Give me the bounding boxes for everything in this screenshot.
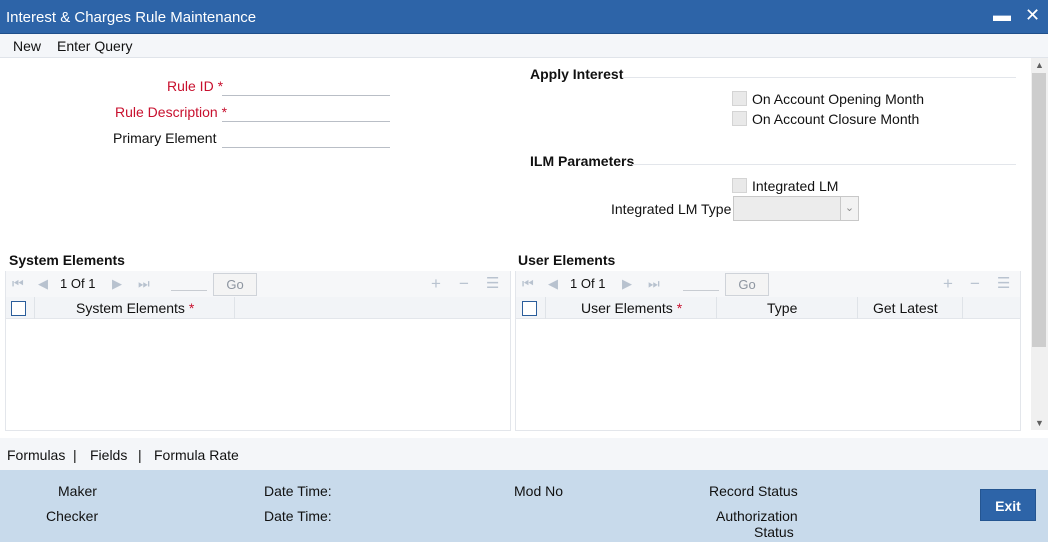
rule-id-label: Rule ID * <box>167 78 224 94</box>
link-separator: | <box>138 447 142 463</box>
link-separator: | <box>73 447 77 463</box>
prev-page-icon[interactable]: ◀ <box>548 276 558 292</box>
system-grid-toolbar: ⏮ ◀ 1 Of 1 ▶ ⏭ Go + − ☰ <box>6 271 510 297</box>
authorization-label: Authorization <box>716 508 798 524</box>
select-all-checkbox[interactable] <box>11 301 26 316</box>
system-elements-grid: ⏮ ◀ 1 Of 1 ▶ ⏭ Go + − ☰ System Elements … <box>5 271 511 431</box>
integrated-lm-type-select[interactable]: ⌄ <box>733 196 859 221</box>
go-button[interactable]: Go <box>213 273 257 296</box>
scrollbar-thumb[interactable] <box>1032 73 1046 347</box>
select-all-checkbox[interactable] <box>522 301 537 316</box>
window-title: Interest & Charges Rule Maintenance <box>6 9 257 26</box>
apply-interest-divider <box>622 77 1016 78</box>
delete-row-icon[interactable]: − <box>459 274 469 294</box>
formula-rate-link[interactable]: Formula Rate <box>154 447 239 463</box>
column-divider <box>545 297 546 319</box>
chevron-down-icon: ⌄ <box>840 197 858 220</box>
integrated-lm-type-label: Integrated LM Type <box>611 201 732 217</box>
type-column: Type <box>767 300 798 316</box>
page-number-input[interactable] <box>683 290 719 291</box>
system-page-indicator: 1 Of 1 <box>60 276 96 291</box>
prev-page-icon[interactable]: ◀ <box>38 276 48 292</box>
column-divider <box>34 297 35 319</box>
user-elements-column: User Elements * <box>581 300 683 316</box>
mod-no-label: Mod No <box>514 483 564 499</box>
integrated-lm-label: Integrated LM <box>752 178 839 194</box>
ilm-parameters-heading: ILM Parameters <box>530 153 635 169</box>
get-latest-column: Get Latest <box>873 300 938 316</box>
scroll-down-icon[interactable]: ▼ <box>1031 416 1048 430</box>
primary-element-input[interactable] <box>222 128 390 148</box>
next-page-icon[interactable]: ▶ <box>112 276 122 292</box>
audit-footer: Maker Checker Date Time: Date Time: Mod … <box>0 470 1048 542</box>
add-row-icon[interactable]: + <box>431 274 441 294</box>
user-elements-heading: User Elements <box>518 252 616 268</box>
closure-month-label: On Account Closure Month <box>752 111 920 127</box>
column-divider <box>962 297 963 319</box>
column-divider <box>716 297 717 319</box>
rule-description-label: Rule Description * <box>115 104 228 120</box>
opening-month-checkbox[interactable] <box>732 91 747 106</box>
rule-description-input[interactable] <box>222 102 390 122</box>
maker-date-time-label: Date Time: <box>264 483 332 499</box>
vertical-scrollbar[interactable]: ▲ ▼ <box>1031 58 1048 430</box>
window-titlebar: Interest & Charges Rule Maintenance ▬ ✕ <box>0 0 1048 34</box>
integrated-lm-checkbox[interactable] <box>732 178 747 193</box>
enter-query-menu-item[interactable]: Enter Query <box>57 38 132 54</box>
exit-button[interactable]: Exit <box>980 489 1036 521</box>
first-page-icon[interactable]: ⏮ <box>522 276 534 292</box>
main-form: Rule ID * Rule Description * Primary Ele… <box>0 58 1048 438</box>
minimize-icon[interactable]: ▬ <box>993 5 1011 26</box>
maker-label: Maker <box>58 483 97 499</box>
row-details-icon[interactable]: ☰ <box>486 274 499 292</box>
formulas-link[interactable]: Formulas <box>7 447 65 463</box>
user-grid-toolbar: ⏮ ◀ 1 Of 1 ▶ ⏭ Go + − ☰ <box>516 271 1020 297</box>
next-page-icon[interactable]: ▶ <box>622 276 632 292</box>
column-divider <box>857 297 858 319</box>
row-details-icon[interactable]: ☰ <box>997 274 1010 292</box>
user-grid-header: User Elements * Type Get Latest <box>516 297 1020 319</box>
new-menu-item[interactable]: New <box>13 38 41 54</box>
first-page-icon[interactable]: ⏮ <box>12 276 24 292</box>
go-button[interactable]: Go <box>725 273 769 296</box>
system-grid-header: System Elements * <box>6 297 510 319</box>
close-icon[interactable]: ✕ <box>1025 5 1040 26</box>
authorization-status-label: Status <box>754 524 794 540</box>
system-elements-column: System Elements * <box>76 300 195 316</box>
rule-id-input[interactable] <box>222 76 390 96</box>
last-page-icon[interactable]: ⏭ <box>138 276 150 292</box>
user-elements-grid: ⏮ ◀ 1 Of 1 ▶ ⏭ Go + − ☰ User Elements * … <box>515 271 1021 431</box>
record-status-label: Record Status <box>709 483 798 499</box>
menu-bar: New Enter Query <box>0 34 1048 58</box>
apply-interest-heading: Apply Interest <box>530 66 624 82</box>
closure-month-checkbox[interactable] <box>732 111 747 126</box>
column-divider <box>234 297 235 319</box>
checker-date-time-label: Date Time: <box>264 508 332 524</box>
primary-element-label: Primary Element <box>113 130 217 146</box>
fields-link[interactable]: Fields <box>90 447 127 463</box>
checker-label: Checker <box>46 508 99 524</box>
opening-month-label: On Account Opening Month <box>752 91 924 107</box>
last-page-icon[interactable]: ⏭ <box>648 276 660 292</box>
delete-row-icon[interactable]: − <box>970 274 980 294</box>
page-number-input[interactable] <box>171 290 207 291</box>
subsystem-links: Formulas | Fields | Formula Rate <box>0 438 1048 470</box>
user-page-indicator: 1 Of 1 <box>570 276 606 291</box>
ilm-divider <box>632 164 1016 165</box>
add-row-icon[interactable]: + <box>943 274 953 294</box>
scroll-up-icon[interactable]: ▲ <box>1031 58 1048 72</box>
system-elements-heading: System Elements <box>9 252 125 268</box>
